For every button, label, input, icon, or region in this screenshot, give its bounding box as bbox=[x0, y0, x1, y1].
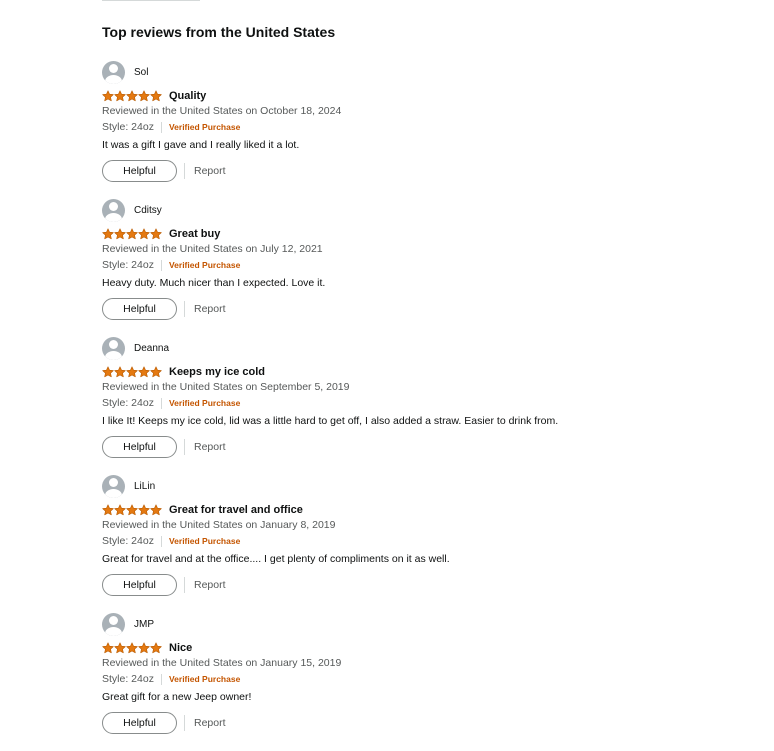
star-icon bbox=[138, 228, 150, 240]
verified-purchase-badge: Verified Purchase bbox=[168, 122, 241, 132]
reviewer-name[interactable]: LiLin bbox=[134, 481, 155, 492]
review-title[interactable]: Great buy bbox=[169, 228, 220, 240]
action-divider bbox=[184, 301, 185, 317]
star-icon bbox=[114, 366, 126, 378]
review-date: Reviewed in the United States on Septemb… bbox=[102, 381, 350, 393]
reviewer-profile[interactable]: Sol bbox=[102, 61, 722, 84]
review-item: LiLin Great for travel and office Review… bbox=[102, 475, 722, 613]
review-body: Great gift for a new Jeep owner! bbox=[102, 691, 252, 703]
star-icon bbox=[150, 504, 162, 516]
verified-purchase-badge: Verified Purchase bbox=[168, 674, 241, 684]
star-icon bbox=[126, 90, 138, 102]
star-rating[interactable] bbox=[102, 228, 162, 240]
star-icon bbox=[150, 228, 162, 240]
star-rating[interactable] bbox=[102, 504, 162, 516]
action-divider bbox=[184, 715, 185, 731]
star-icon bbox=[126, 504, 138, 516]
review-date: Reviewed in the United States on July 12… bbox=[102, 243, 323, 255]
star-icon bbox=[138, 90, 150, 102]
report-link[interactable]: Report bbox=[194, 579, 226, 591]
reviewer-profile[interactable]: LiLin bbox=[102, 475, 722, 498]
avatar-icon bbox=[102, 613, 125, 636]
avatar-icon bbox=[102, 475, 125, 498]
review-style: Style: 24oz bbox=[102, 259, 154, 271]
star-icon bbox=[114, 90, 126, 102]
star-icon bbox=[150, 366, 162, 378]
report-link[interactable]: Report bbox=[194, 717, 226, 729]
action-divider bbox=[184, 439, 185, 455]
review-body: Heavy duty. Much nicer than I expected. … bbox=[102, 277, 326, 289]
star-icon bbox=[102, 228, 114, 240]
reviewer-profile[interactable]: Cditsy bbox=[102, 199, 722, 222]
report-link[interactable]: Report bbox=[194, 165, 226, 177]
report-link[interactable]: Report bbox=[194, 441, 226, 453]
review-item: Sol Quality Reviewed in the United State… bbox=[102, 61, 722, 199]
review-body: It was a gift I gave and I really liked … bbox=[102, 139, 300, 151]
review-date: Reviewed in the United States on January… bbox=[102, 519, 336, 531]
meta-divider bbox=[160, 397, 162, 409]
reviewer-profile[interactable]: JMP bbox=[102, 613, 722, 636]
helpful-button[interactable]: Helpful bbox=[102, 436, 177, 458]
review-body: I like It! Keeps my ice cold, lid was a … bbox=[102, 415, 559, 427]
reviews-list: Sol Quality Reviewed in the United State… bbox=[102, 61, 722, 751]
star-icon bbox=[102, 642, 114, 654]
reviewer-name[interactable]: JMP bbox=[134, 619, 154, 630]
helpful-button[interactable]: Helpful bbox=[102, 298, 177, 320]
star-icon bbox=[102, 90, 114, 102]
meta-divider bbox=[160, 535, 162, 547]
review-style: Style: 24oz bbox=[102, 535, 154, 547]
star-icon bbox=[114, 504, 126, 516]
star-icon bbox=[114, 228, 126, 240]
star-icon bbox=[150, 642, 162, 654]
meta-divider bbox=[160, 121, 162, 133]
meta-divider bbox=[160, 259, 162, 271]
star-icon bbox=[102, 504, 114, 516]
review-item: Deanna Keeps my ice cold Reviewed in the… bbox=[102, 337, 722, 475]
star-icon bbox=[138, 366, 150, 378]
report-link[interactable]: Report bbox=[194, 303, 226, 315]
review-style: Style: 24oz bbox=[102, 397, 154, 409]
star-icon bbox=[102, 366, 114, 378]
review-title[interactable]: Keeps my ice cold bbox=[169, 366, 265, 378]
star-icon bbox=[126, 642, 138, 654]
section-title: Top reviews from the United States bbox=[102, 24, 336, 40]
verified-purchase-badge: Verified Purchase bbox=[168, 260, 241, 270]
helpful-button[interactable]: Helpful bbox=[102, 160, 177, 182]
helpful-button[interactable]: Helpful bbox=[102, 712, 177, 734]
star-icon bbox=[150, 90, 162, 102]
star-icon bbox=[126, 366, 138, 378]
review-date: Reviewed in the United States on January… bbox=[102, 657, 342, 669]
verified-purchase-badge: Verified Purchase bbox=[168, 398, 241, 408]
verified-purchase-badge: Verified Purchase bbox=[168, 536, 241, 546]
review-item: JMP Nice Reviewed in the United States o… bbox=[102, 613, 722, 751]
section-divider bbox=[102, 0, 200, 1]
review-style: Style: 24oz bbox=[102, 673, 154, 685]
star-icon bbox=[138, 642, 150, 654]
helpful-button[interactable]: Helpful bbox=[102, 574, 177, 596]
star-rating[interactable] bbox=[102, 642, 162, 654]
review-title[interactable]: Great for travel and office bbox=[169, 504, 303, 516]
review-title[interactable]: Quality bbox=[169, 90, 206, 102]
star-rating[interactable] bbox=[102, 366, 162, 378]
review-title[interactable]: Nice bbox=[169, 642, 192, 654]
star-rating[interactable] bbox=[102, 90, 162, 102]
action-divider bbox=[184, 577, 185, 593]
reviewer-profile[interactable]: Deanna bbox=[102, 337, 722, 360]
review-body: Great for travel and at the office.... I… bbox=[102, 553, 450, 565]
star-icon bbox=[138, 504, 150, 516]
reviewer-name[interactable]: Deanna bbox=[134, 343, 169, 354]
review-date: Reviewed in the United States on October… bbox=[102, 105, 342, 117]
review-style: Style: 24oz bbox=[102, 121, 154, 133]
avatar-icon bbox=[102, 337, 125, 360]
star-icon bbox=[126, 228, 138, 240]
action-divider bbox=[184, 163, 185, 179]
meta-divider bbox=[160, 673, 162, 685]
avatar-icon bbox=[102, 61, 125, 84]
star-icon bbox=[114, 642, 126, 654]
avatar-icon bbox=[102, 199, 125, 222]
reviewer-name[interactable]: Sol bbox=[134, 67, 148, 78]
reviewer-name[interactable]: Cditsy bbox=[134, 205, 162, 216]
review-item: Cditsy Great buy Reviewed in the United … bbox=[102, 199, 722, 337]
